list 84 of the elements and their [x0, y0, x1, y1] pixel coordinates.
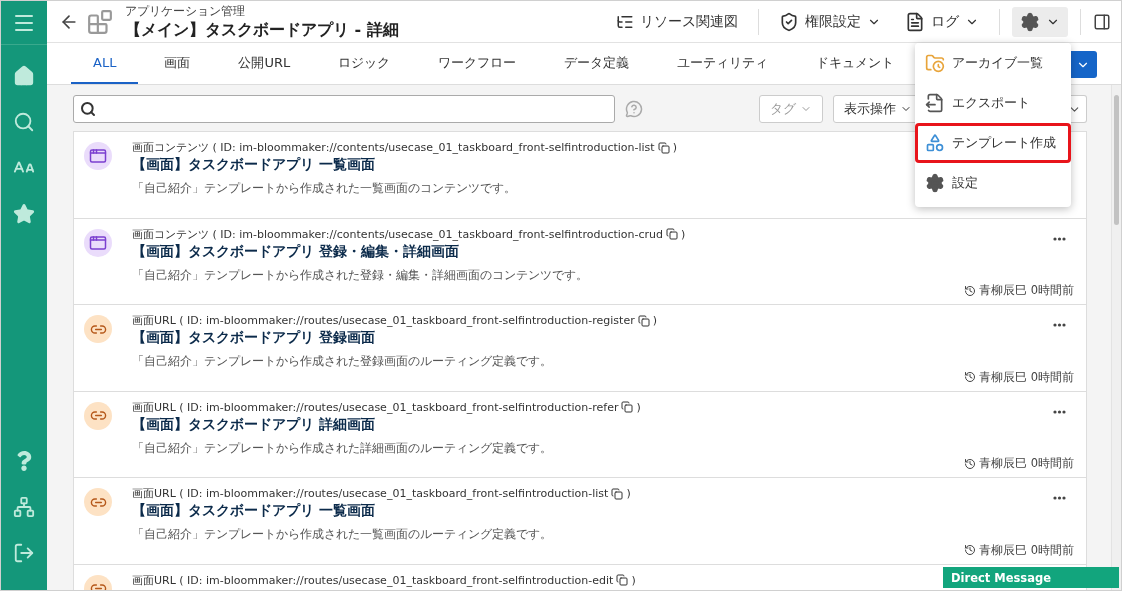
search-field[interactable]	[73, 95, 615, 123]
item-id: 画面URL ( ID: im-bloommaker://routes/usecase_01_taskboard_front-selfintroduction-refer	[132, 399, 619, 415]
scrollbar[interactable]	[1111, 85, 1121, 590]
item-description: 「自己紹介」テンプレートから作成された登録画面のルーティング定義です。	[132, 353, 552, 370]
app-icon	[87, 8, 113, 35]
settings-icon	[1020, 11, 1040, 32]
item-id-end: )	[636, 400, 641, 414]
copy-icon[interactable]	[637, 314, 650, 327]
item-id: 画面URL ( ID: im-bloommaker://routes/usecase_01_taskboard_front-selfintroduction-list	[132, 486, 609, 501]
tab[interactable]: 公開URL	[216, 43, 313, 84]
history-icon	[964, 544, 976, 556]
copy-icon[interactable]	[657, 141, 670, 154]
updated-info: 青柳辰巳 0時間前	[979, 283, 1074, 298]
tab[interactable]: ドキュメント	[794, 43, 917, 84]
list-item[interactable]: 画面コンテンツ ( ID: im-bloommaker://contents/usecase_01_taskboard_front-selfintroduction-crud ) 【画面】タスクボードアプリ 登録・編集・詳細画面 「自己紹介」テンプレートから作成された登録・編集・詳細画面のコンテンツです。 青柳辰巳 0時間前	[74, 218, 1086, 305]
item-title[interactable]: 【画面】タスクボードアプリ 詳細画面	[132, 415, 375, 434]
item-id: 画面コンテンツ ( ID: im-bloommaker://contents/usecase_01_taskboard_front-selfintroduction-list	[132, 140, 655, 155]
item-description: 「自己紹介」テンプレートから作成された一覧画面のコンテンツです。	[132, 180, 516, 197]
item-id-end: )	[631, 573, 636, 587]
copy-icon[interactable]	[666, 228, 678, 240]
star-icon[interactable]	[13, 203, 35, 225]
item-id-end: )	[672, 141, 677, 154]
link-icon	[84, 315, 112, 343]
file-icon	[905, 11, 925, 32]
template-icon	[925, 133, 945, 153]
item-title[interactable]: 【画面】タスクボードアプリ 一覧画面	[132, 156, 375, 174]
settings-icon	[925, 173, 945, 193]
item-description: 「自己紹介」テンプレートから作成された一覧画面のルーティング定義です。	[132, 526, 552, 543]
list-item[interactable]: 画面URL ( ID: im-bloommaker://routes/usecase_01_taskboard_front-selfintroduction-list ) 【画面】タスクボードアプリ 一覧画面 「自己紹介」テンプレートから作成された一覧画面のルーティング定義です。 青柳辰巳 0時間前	[74, 478, 1086, 565]
sitemap-icon[interactable]	[13, 496, 35, 518]
window-icon	[84, 228, 112, 257]
tab[interactable]: 画面	[142, 43, 213, 84]
export-icon	[925, 93, 945, 113]
list-item[interactable]: 画面URL ( ID: im-bloommaker://routes/usecase_01_taskboard_front-selfintroduction-register ) 【画面】タスクボードアプリ 登録画面 「自己紹介」テンプレートから作成された登録画面のルーティング定義です。 青柳辰巳 0時間前	[74, 305, 1086, 392]
dropdown-button[interactable]	[1069, 51, 1097, 78]
menu-item[interactable]: 設定	[915, 163, 1071, 203]
updated-info: 青柳辰巳 0時間前	[979, 542, 1074, 558]
history-icon	[964, 371, 976, 383]
window-icon	[84, 142, 112, 170]
menu-item[interactable]: エクスポート	[915, 83, 1071, 123]
item-title[interactable]: 【画面】タスクボードアプリ 登録画面	[132, 329, 375, 347]
more-icon	[1053, 496, 1066, 500]
shield-icon	[779, 11, 799, 32]
item-title[interactable]: 【画面】タスクボードアプリ 一覧画面	[132, 502, 375, 520]
permissions-button[interactable]: 権限設定	[771, 6, 889, 37]
link-icon	[84, 488, 112, 516]
copy-icon[interactable]	[611, 487, 624, 500]
item-id-end: )	[626, 487, 631, 500]
item-id-end: )	[681, 227, 686, 241]
updated-info: 青柳辰巳 0時間前	[979, 456, 1074, 471]
more-icon	[1053, 236, 1066, 241]
logout-icon[interactable]	[13, 542, 35, 564]
updated-info: 青柳辰巳 0時間前	[979, 369, 1074, 385]
link-icon	[84, 401, 112, 430]
diagram-button[interactable]: リソース関連図	[608, 6, 746, 37]
item-id: 画面コンテンツ ( ID: im-bloommaker://contents/usecase_01_taskboard_front-selfintroduction-crud	[132, 226, 663, 242]
item-description: 「自己紹介」テンプレートから作成された詳細画面のルーティング定義です。	[132, 439, 552, 457]
folder-icon	[925, 53, 945, 73]
list-item[interactable]: 画面URL ( ID: im-bloommaker://routes/usecase_01_taskboard_front-selfintroduction-refer ) 【画面】タスクボードアプリ 詳細画面 「自己紹介」テンプレートから作成された詳細画面のルーティング定義です。 青柳辰巳 0時間前	[74, 391, 1086, 478]
tab[interactable]: データ定義	[542, 43, 652, 84]
search-icon	[80, 101, 96, 117]
home-icon[interactable]	[13, 65, 35, 87]
item-id-end: )	[652, 314, 657, 327]
menu-item[interactable]: アーカイブ一覧	[915, 43, 1071, 83]
tab[interactable]: ロジック	[316, 43, 413, 84]
more-icon	[1053, 323, 1066, 327]
history-icon	[964, 457, 976, 470]
copy-icon[interactable]	[621, 401, 634, 413]
copy-icon[interactable]	[616, 574, 629, 586]
log-button[interactable]: ログ	[897, 6, 987, 37]
panel-icon[interactable]	[1093, 12, 1111, 31]
item-id: 画面URL ( ID: im-bloommaker://routes/usecase_01_taskboard_front-selfintroduction-register	[132, 313, 635, 328]
tab[interactable]: ユーティリティ	[655, 43, 791, 84]
breadcrumb[interactable]: アプリケーション管理	[125, 2, 399, 20]
search-icon[interactable]	[13, 111, 35, 133]
item-title[interactable]: 【画面】タスクボードアプリ 登録・編集・詳細画面	[132, 242, 459, 261]
more-icon	[1053, 409, 1066, 414]
menu-item[interactable]: テンプレート作成	[915, 123, 1071, 163]
history-icon	[964, 284, 976, 297]
item-description: 「自己紹介」テンプレートから作成された登録・編集・詳細画面のコンテンツです。	[132, 266, 588, 284]
page-title: 【メイン】タスクボードアプリ - 詳細	[125, 19, 399, 41]
tab[interactable]: ワークフロー	[416, 43, 539, 84]
settings-button[interactable]	[1012, 6, 1068, 37]
item-id: 画面URL ( ID: im-bloommaker://routes/usecase_01_taskboard_front-selfintroduction-edit	[132, 572, 614, 588]
